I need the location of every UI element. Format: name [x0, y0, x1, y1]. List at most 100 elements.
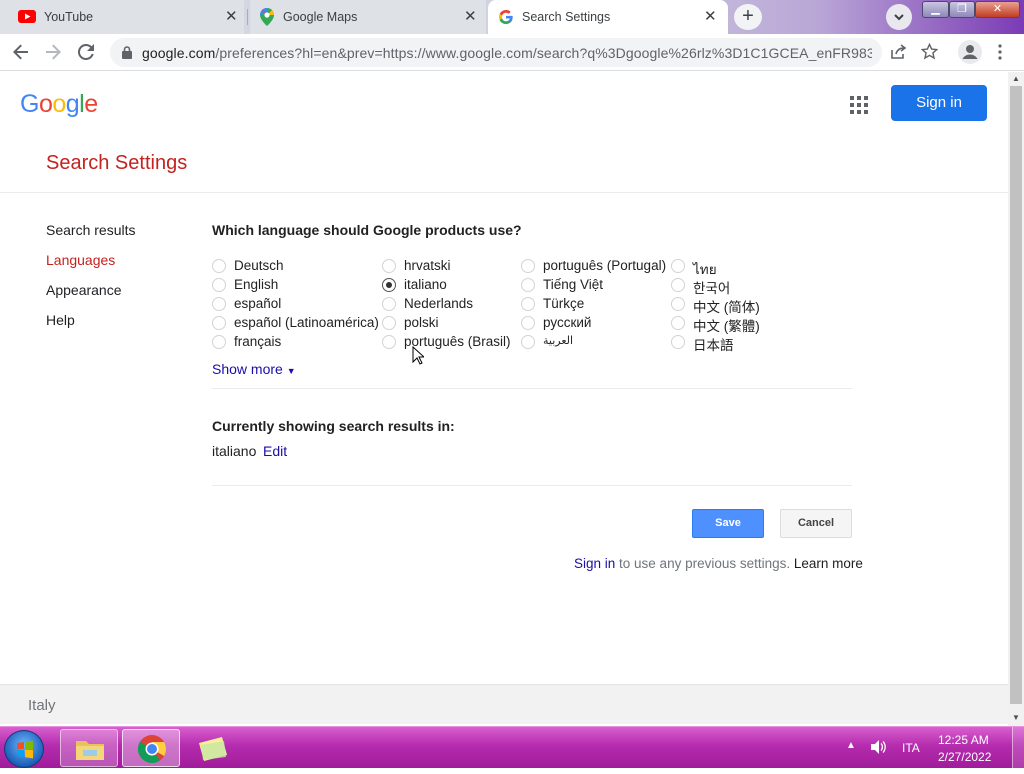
input-language-indicator[interactable]: ITA [902, 741, 920, 755]
edit-link[interactable]: Edit [263, 443, 287, 459]
sidebar-item-help[interactable]: Help [46, 312, 75, 328]
language-radio-arabic[interactable] [521, 335, 535, 349]
forward-arrow-icon [46, 44, 61, 60]
tab-youtube[interactable]: YouTube ✕ [0, 0, 244, 34]
more-menu-icon[interactable] [997, 44, 1003, 60]
language-radio-thai[interactable] [671, 259, 685, 273]
language-radio-turkce[interactable] [521, 297, 535, 311]
url-path: /preferences?hl=en&prev=https://www.goog… [215, 45, 872, 61]
language-radio-portugues-portugal[interactable] [521, 259, 535, 273]
language-radio-japanese[interactable] [671, 335, 685, 349]
close-window-button[interactable]: ✕ [975, 1, 1020, 18]
vertical-scrollbar[interactable]: ▲ ▼ [1008, 72, 1024, 726]
sidebar-item-languages[interactable]: Languages [46, 252, 115, 268]
profile-button[interactable] [958, 40, 982, 64]
taskbar-sticky-notes[interactable] [184, 729, 242, 767]
reload-icon [77, 43, 94, 60]
share-icon[interactable] [890, 44, 907, 60]
language-radio-english[interactable] [212, 278, 226, 292]
show-hidden-icons-icon[interactable]: ▲ [846, 740, 856, 751]
language-label[interactable]: 日本語 [693, 334, 734, 354]
tab-search-button[interactable] [886, 4, 912, 30]
show-more-link[interactable]: Show more ▼ [212, 361, 296, 377]
show-desktop-button[interactable] [1012, 727, 1024, 769]
language-radio-nederlands[interactable] [382, 297, 396, 311]
youtube-icon [18, 10, 36, 23]
chrome-icon [137, 735, 166, 763]
language-label[interactable]: polski [404, 315, 439, 330]
language-label[interactable]: hrvatski [404, 258, 451, 273]
language-radio-tieng-viet[interactable] [521, 278, 535, 292]
url-text[interactable]: google.com/preferences?hl=en&prev=https:… [142, 45, 872, 61]
footer-country: Italy [28, 697, 56, 714]
footer: Italy [0, 684, 1008, 724]
scrollbar-thumb[interactable] [1010, 86, 1022, 704]
close-tab-icon[interactable]: ✕ [464, 8, 477, 26]
language-label[interactable]: 中文 (简体) [693, 296, 760, 316]
language-radio-hrvatski[interactable] [382, 259, 396, 273]
volume-icon[interactable] [870, 740, 886, 754]
sidebar-item-appearance[interactable]: Appearance [46, 282, 122, 298]
language-radio-russian[interactable] [521, 316, 535, 330]
google-logo[interactable]: Google [20, 90, 98, 119]
language-radio-chinese-traditional[interactable] [671, 316, 685, 330]
language-label[interactable]: español [234, 296, 281, 311]
language-radio-polski[interactable] [382, 316, 396, 330]
google-apps-icon[interactable] [850, 96, 868, 114]
maximize-button[interactable]: ❐ [949, 1, 975, 18]
forward-button[interactable] [41, 40, 65, 64]
scroll-down-icon[interactable]: ▼ [1012, 713, 1020, 722]
language-radio-portugues-brasil[interactable] [382, 335, 396, 349]
divider [0, 192, 1008, 193]
language-label[interactable]: Deutsch [234, 258, 284, 273]
language-label[interactable]: العربية [543, 334, 573, 347]
bookmark-star-icon[interactable] [921, 43, 938, 60]
reload-button[interactable] [74, 40, 98, 64]
language-label[interactable]: Tiếng Việt [543, 277, 603, 292]
language-label[interactable]: français [234, 334, 281, 349]
language-label[interactable]: Nederlands [404, 296, 473, 311]
sidebar-item-search-results[interactable]: Search results [46, 222, 135, 238]
close-tab-icon[interactable]: ✕ [704, 8, 717, 26]
page-title: Search Settings [46, 152, 188, 174]
save-button[interactable]: Save [692, 509, 764, 538]
taskbar-chrome[interactable] [122, 729, 180, 767]
clock-date[interactable]: 2/27/2022 [938, 750, 991, 764]
scroll-up-icon[interactable]: ▲ [1012, 74, 1020, 83]
language-radio-espanol-latam[interactable] [212, 316, 226, 330]
language-label[interactable]: Türkçe [543, 296, 584, 311]
language-radio-italiano[interactable] [382, 278, 396, 292]
start-button[interactable] [4, 730, 44, 768]
language-label[interactable]: 한국어 [693, 277, 730, 297]
taskbar: ▲ ITA 12:25 AM 2/27/2022 [0, 726, 1024, 769]
sign-in-link[interactable]: Sign in [574, 556, 615, 571]
learn-more-link[interactable]: Learn more [794, 556, 863, 571]
language-label[interactable]: 中文 (繁體) [693, 315, 760, 335]
cancel-button[interactable]: Cancel [780, 509, 852, 538]
language-radio-deutsch[interactable] [212, 259, 226, 273]
language-label[interactable]: español (Latinoamérica) [234, 315, 379, 330]
language-label[interactable]: português (Portugal) [543, 258, 666, 273]
current-results-heading: Currently showing search results in: [212, 418, 455, 434]
language-label[interactable]: English [234, 277, 278, 292]
tab-search-settings[interactable]: Search Settings ✕ [488, 0, 728, 34]
language-question-heading: Which language should Google products us… [212, 222, 522, 238]
tab-title: Google Maps [283, 10, 358, 24]
clock-time[interactable]: 12:25 AM [938, 733, 989, 747]
language-label[interactable]: italiano [404, 277, 447, 292]
address-bar[interactable]: google.com/preferences?hl=en&prev=https:… [110, 38, 882, 67]
taskbar-file-explorer[interactable] [60, 729, 118, 767]
language-label[interactable]: русский [543, 315, 591, 330]
tab-google-maps[interactable]: Google Maps ✕ [250, 0, 486, 34]
close-tab-icon[interactable]: ✕ [225, 8, 238, 26]
new-tab-button[interactable]: + [734, 4, 762, 30]
language-radio-chinese-simplified[interactable] [671, 297, 685, 311]
language-radio-francais[interactable] [212, 335, 226, 349]
sign-in-button[interactable]: Sign in [891, 85, 987, 121]
minimize-button[interactable]: ▁ [922, 1, 949, 18]
language-radio-korean[interactable] [671, 278, 685, 292]
back-button[interactable] [9, 40, 33, 64]
lock-icon [122, 46, 132, 59]
back-arrow-icon [13, 44, 28, 60]
language-radio-espanol[interactable] [212, 297, 226, 311]
